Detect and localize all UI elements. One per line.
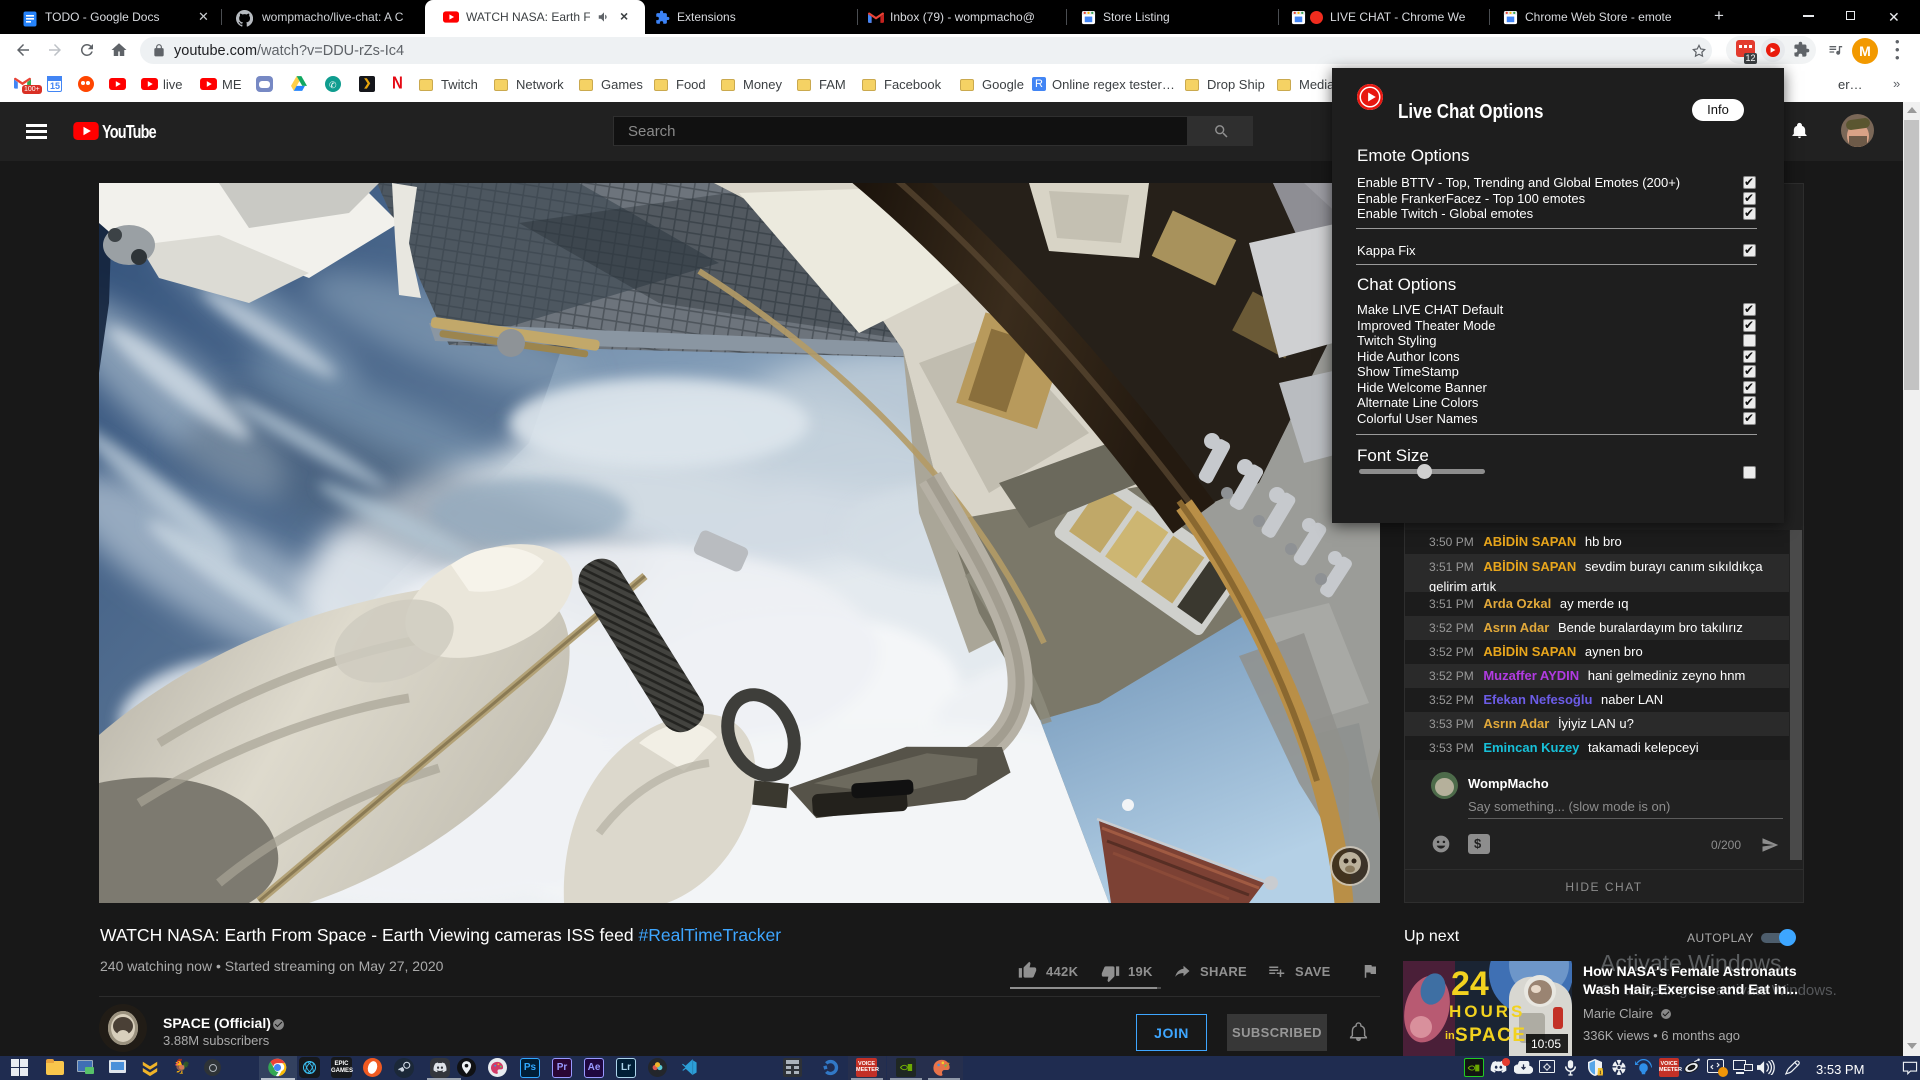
svg-text:in: in	[1445, 1030, 1455, 1042]
svg-text:10:05: 10:05	[1531, 1037, 1561, 1051]
svg-text:HOURS: HOURS	[1449, 1002, 1525, 1021]
svg-text:SPACE: SPACE	[1455, 1025, 1527, 1046]
svg-text:24: 24	[1451, 965, 1489, 1003]
